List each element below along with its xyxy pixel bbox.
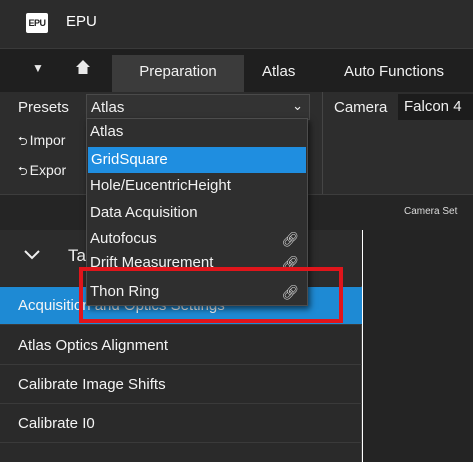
title-bar: EPU EPU: [0, 0, 473, 48]
chevron-down-icon: ⌄: [292, 98, 303, 113]
presets-label: Presets: [18, 99, 69, 116]
camera-value: Falcon 4: [404, 98, 462, 115]
chevron-down-icon[interactable]: [24, 247, 40, 265]
export-label: Expor: [29, 162, 67, 178]
export-button[interactable]: ⮌ Expor: [18, 162, 66, 183]
app-title: EPU: [66, 13, 97, 30]
preset-option-hole-eucentric-height[interactable]: Hole/EucentricHeight: [87, 173, 307, 199]
option-label: Data Acquisition: [90, 204, 198, 221]
option-label: Atlas: [90, 123, 124, 140]
tab-auto-functions[interactable]: Auto Functions: [344, 55, 444, 93]
import-icon: ⮌: [18, 134, 28, 148]
import-label: Impor: [29, 132, 66, 148]
preset-option-gridsquare[interactable]: GridSquare: [88, 147, 306, 173]
preset-option-data-acquisition[interactable]: Data Acquisition: [87, 200, 307, 226]
camera-settings-panel: [363, 230, 473, 462]
tab-atlas[interactable]: Atlas: [262, 55, 295, 93]
option-label: Drift Measurement: [90, 254, 214, 268]
presets-value: Atlas: [91, 99, 125, 116]
tab-bar: ▼ Preparation Atlas Auto Functions: [0, 48, 473, 93]
link-icon: 🔗︎: [281, 231, 299, 247]
task-panel-title: Ta: [68, 246, 86, 265]
option-label: GridSquare: [91, 151, 168, 168]
tab-preparation[interactable]: Preparation: [112, 55, 244, 93]
task-item-calibrate-i0[interactable]: Calibrate I0: [0, 405, 362, 443]
caret-down-icon[interactable]: ▼: [32, 61, 44, 75]
task-item-atlas-optics-alignment[interactable]: Atlas Optics Alignment: [0, 327, 362, 365]
export-icon: ⮌: [18, 164, 28, 178]
camera-select[interactable]: Falcon 4: [398, 94, 473, 120]
option-label: Hole/EucentricHeight: [90, 177, 231, 194]
link-icon: 🔗︎: [281, 255, 299, 268]
toolbar-divider: [322, 92, 323, 194]
task-item-calibrate-image-shifts[interactable]: Calibrate Image Shifts: [0, 366, 362, 404]
option-label: Autofocus: [90, 230, 157, 247]
presets-select[interactable]: Atlas ⌄: [86, 94, 310, 120]
preset-option-drift-measurement[interactable]: Drift Measurement 🔗︎: [87, 250, 307, 268]
highlight-box: [79, 267, 343, 323]
import-button[interactable]: ⮌ Impor: [18, 132, 65, 153]
preset-option-autofocus[interactable]: Autofocus 🔗︎: [87, 226, 307, 252]
preset-option-atlas[interactable]: Atlas: [87, 119, 307, 145]
home-icon[interactable]: [75, 59, 91, 78]
camera-label: Camera: [334, 99, 388, 116]
epu-logo: EPU: [26, 13, 48, 33]
camera-settings-header[interactable]: Camera Set: [404, 206, 457, 217]
